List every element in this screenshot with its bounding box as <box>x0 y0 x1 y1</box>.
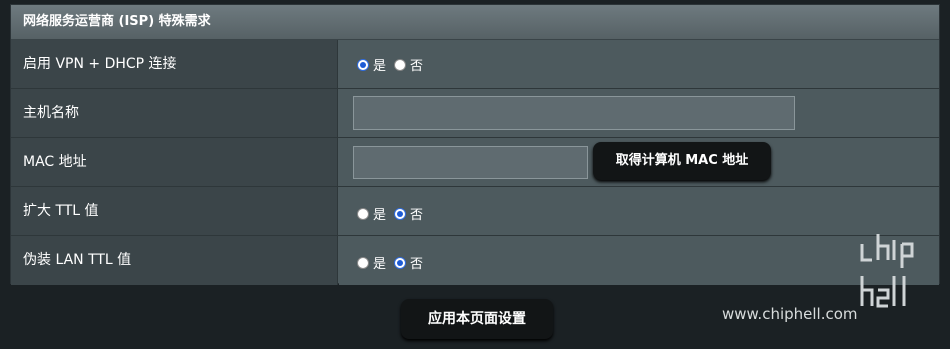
section-title: 网络服务运营商 (ISP) 特殊需求 <box>11 5 939 40</box>
vpn-dhcp-label: 启用 VPN + DHCP 连接 <box>11 40 338 88</box>
ttl-spoof-no-radio[interactable] <box>394 256 407 269</box>
mac-address-input[interactable] <box>353 146 588 179</box>
ttl-extend-no-label: 否 <box>410 208 424 223</box>
ttl-extend-no-radio[interactable] <box>394 207 407 220</box>
chiphell-logo <box>860 234 914 308</box>
ttl-extend-label: 扩大 TTL 值 <box>11 187 338 235</box>
row-hostname: 主机名称 <box>11 89 939 138</box>
ttl-extend-yes-label: 是 <box>373 208 387 223</box>
hostname-label: 主机名称 <box>11 89 338 137</box>
hostname-input[interactable] <box>353 96 795 130</box>
watermark-url: www.chiphell.com <box>722 305 858 323</box>
vpn-dhcp-no-radio[interactable] <box>394 58 407 71</box>
mac-label: MAC 地址 <box>11 138 338 186</box>
ttl-extend-value: 是 否 <box>339 187 939 235</box>
row-ttl-spoof: 伪装 LAN TTL 值 是 否 <box>11 236 939 285</box>
vpn-dhcp-no-label: 否 <box>410 59 424 74</box>
ttl-extend-radio-group: 是 否 <box>357 204 431 223</box>
row-ttl-extend: 扩大 TTL 值 是 否 <box>11 187 939 236</box>
vpn-dhcp-radio-group: 是 否 <box>357 55 431 74</box>
ttl-spoof-label: 伪装 LAN TTL 值 <box>11 236 338 285</box>
row-vpn-dhcp: 启用 VPN + DHCP 连接 是 否 <box>11 40 939 89</box>
vpn-dhcp-yes-label: 是 <box>373 59 387 74</box>
row-mac: MAC 地址 取得计算机 MAC 地址 <box>11 138 939 187</box>
ttl-extend-yes-radio[interactable] <box>357 207 369 220</box>
ttl-spoof-radio-group: 是 否 <box>357 253 431 272</box>
ttl-spoof-yes-radio[interactable] <box>357 256 369 269</box>
mac-value: 取得计算机 MAC 地址 <box>339 138 939 186</box>
ttl-spoof-no-label: 否 <box>410 257 424 272</box>
hostname-value <box>339 89 939 137</box>
ttl-spoof-yes-label: 是 <box>373 257 387 272</box>
clone-mac-button[interactable]: 取得计算机 MAC 地址 <box>593 142 771 180</box>
vpn-dhcp-value: 是 否 <box>339 40 939 88</box>
vpn-dhcp-yes-radio[interactable] <box>357 58 369 71</box>
apply-settings-button[interactable]: 应用本页面设置 <box>401 299 553 339</box>
isp-settings-panel: 网络服务运营商 (ISP) 特殊需求 启用 VPN + DHCP 连接 是 否 … <box>10 4 940 285</box>
